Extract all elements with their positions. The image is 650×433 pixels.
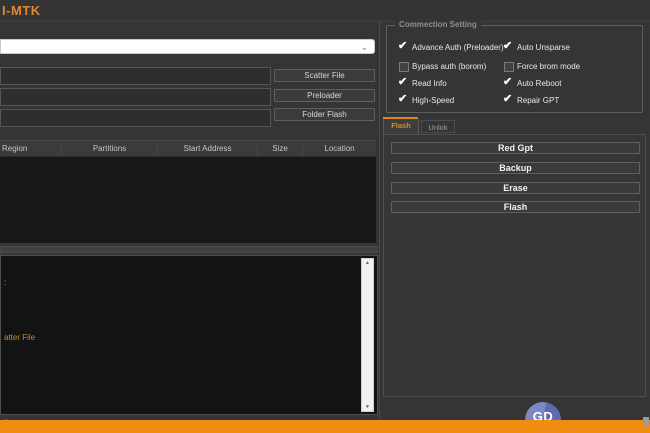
progress-bar <box>0 420 650 433</box>
group-title: Commection Setting <box>395 20 481 29</box>
checkbox-auto-reboot[interactable]: Auto Reboot <box>503 75 562 89</box>
scroll-down-icon[interactable]: ▼ <box>362 404 373 410</box>
column-header-start-address[interactable]: Start Address <box>158 141 258 156</box>
checkbox-advance-auth[interactable]: Advance Auth (Preloader) <box>398 39 504 53</box>
checkbox-label: Force brom mode <box>517 61 581 71</box>
log-line: atter File <box>4 333 36 343</box>
flash-tab-panel: Red Gpt Backup Erase Flash <box>383 134 646 397</box>
checkbox-bypass-auth[interactable]: Bypass auth (borom) <box>398 60 486 72</box>
checkbox-icon[interactable] <box>503 92 513 105</box>
red-gpt-button[interactable]: Red Gpt <box>391 142 640 154</box>
checkbox-icon[interactable] <box>503 61 514 72</box>
checkbox-label: High-Speed <box>412 95 455 105</box>
preloader-button[interactable]: Preloader <box>274 89 375 102</box>
device-combobox[interactable]: ⌄ <box>0 39 375 54</box>
flash-button[interactable]: Flash <box>391 201 640 213</box>
app-window: I-MTK ⌄ Scatter File Preloader Folder Fl… <box>0 0 650 433</box>
folder-flash-button[interactable]: Folder Flash <box>274 108 375 121</box>
log-text: : atter File p eset + Frp eset erdata + … <box>4 259 359 433</box>
checkbox-read-info[interactable]: Read Info <box>398 75 447 89</box>
checkbox-icon[interactable] <box>503 75 513 88</box>
log-line: : <box>4 277 7 287</box>
column-header-location[interactable]: Location <box>303 141 376 156</box>
checkbox-label: Auto Reboot <box>517 78 562 88</box>
title-bar: I-MTK <box>0 0 650 21</box>
column-header-region[interactable]: Region <box>0 141 62 156</box>
checkbox-icon[interactable] <box>398 61 409 72</box>
tab-flash[interactable]: Flash <box>383 119 419 134</box>
scroll-up-icon[interactable]: ▲ <box>362 260 373 266</box>
backup-button[interactable]: Backup <box>391 162 640 174</box>
tab-unlok[interactable]: Unlok <box>421 120 455 133</box>
column-header-size[interactable]: Size <box>258 141 303 156</box>
checkbox-force-brom[interactable]: Force brom mode <box>503 60 580 72</box>
checkbox-icon[interactable] <box>503 39 513 52</box>
checkbox-repair-gpt[interactable]: Repair GPT <box>503 92 560 106</box>
column-header-partitions[interactable]: Partitions <box>62 141 158 156</box>
partitions-table: Region Partitions Start Address Size Loc… <box>0 140 376 243</box>
table-header-row: Region Partitions Start Address Size Loc… <box>0 140 376 157</box>
checkbox-high-speed[interactable]: High-Speed <box>398 92 455 106</box>
checkbox-label: Advance Auth (Preloader) <box>412 42 504 52</box>
checkbox-label: Read Info <box>412 78 447 88</box>
scatter-file-button[interactable]: Scatter File <box>274 69 375 82</box>
checkbox-icon[interactable] <box>398 39 408 52</box>
checkbox-icon[interactable] <box>398 92 408 105</box>
checkbox-label: Bypass auth (borom) <box>412 61 487 71</box>
table-horizontal-scrollbar[interactable] <box>0 246 378 253</box>
scatter-file-input[interactable] <box>0 67 271 85</box>
log-console[interactable]: : atter File p eset + Frp eset erdata + … <box>0 255 378 426</box>
window-title: I-MTK <box>2 3 41 18</box>
preloader-input[interactable] <box>0 88 271 106</box>
log-vertical-scrollbar[interactable]: ▲ ▼ <box>361 258 374 412</box>
table-body[interactable] <box>0 157 376 243</box>
resize-grip[interactable] <box>643 417 649 425</box>
folder-flash-input[interactable] <box>0 109 271 127</box>
checkbox-label: Repair GPT <box>517 95 560 105</box>
erase-button[interactable]: Erase <box>391 182 640 194</box>
checkbox-icon[interactable] <box>398 75 408 88</box>
chevron-down-icon[interactable]: ⌄ <box>360 40 368 54</box>
divider <box>0 22 650 23</box>
checkbox-label: Auto Unsparse <box>517 42 570 52</box>
panel-divider <box>379 21 380 433</box>
checkbox-auto-unsparse[interactable]: Auto Unsparse <box>503 39 570 53</box>
